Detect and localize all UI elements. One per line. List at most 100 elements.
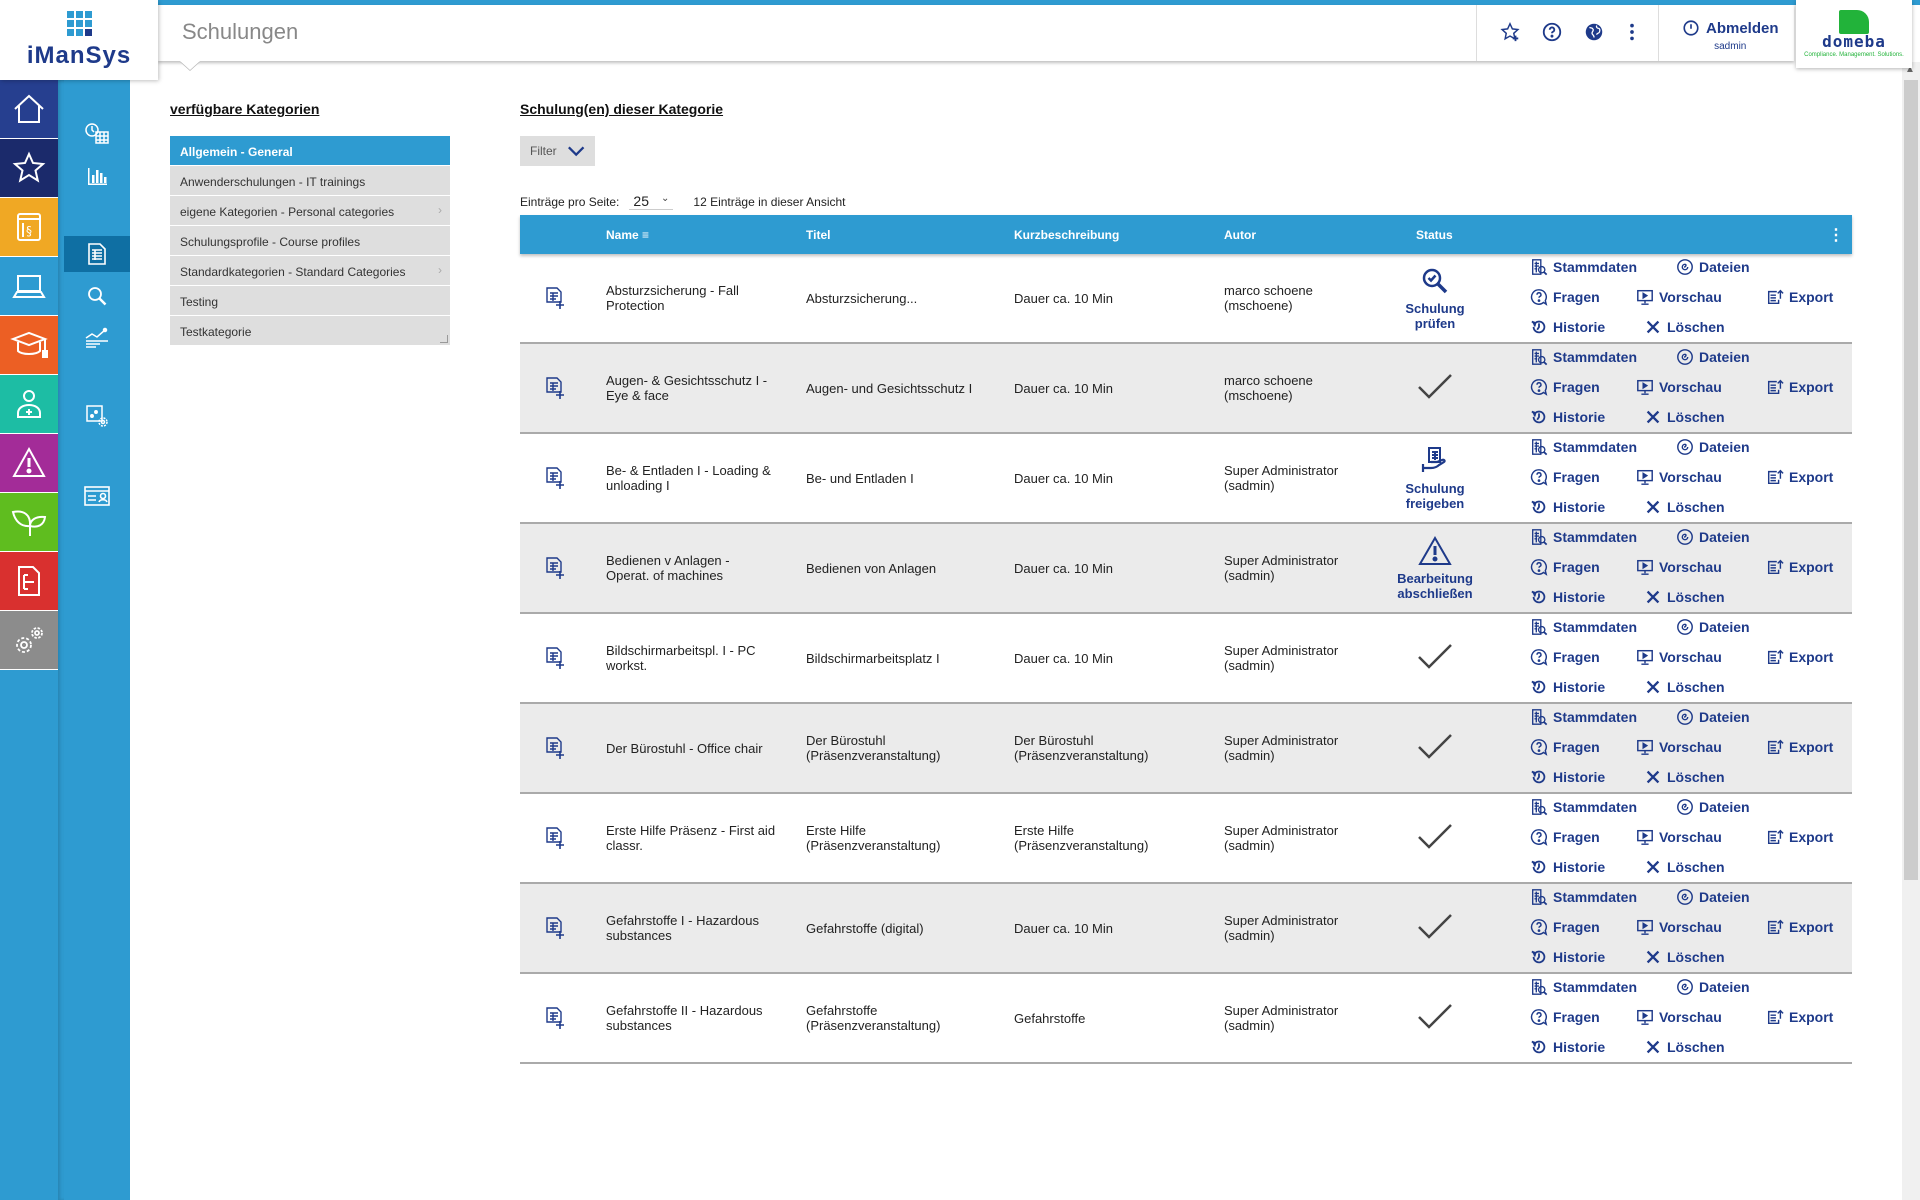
search-icon[interactable] [64, 278, 130, 314]
export-link[interactable]: Export [1766, 468, 1833, 486]
vorschau-link[interactable]: Vorschau [1636, 1008, 1722, 1026]
nav-environment[interactable] [0, 493, 58, 552]
category-item[interactable]: Testing [170, 286, 450, 316]
table-row[interactable]: Bildschirmarbeitspl. I - PC workst. Bilds… [520, 614, 1852, 704]
stammdaten-link[interactable]: Stammdaten [1530, 888, 1637, 906]
fragen-link[interactable]: Fragen [1530, 288, 1600, 306]
loeschen-link[interactable]: Löschen [1644, 1038, 1725, 1056]
status-warning[interactable]: Bearbeitung abschließen [1380, 524, 1490, 612]
dateien-link[interactable]: Dateien [1676, 348, 1750, 366]
nav-favorites[interactable] [0, 139, 58, 198]
stammdaten-link[interactable]: Stammdaten [1530, 618, 1637, 636]
vertical-scrollbar[interactable]: ▲ [1902, 62, 1920, 1200]
table-row[interactable]: Der Bürostuhl - Office chair Der Bürostuh… [520, 704, 1852, 794]
cell-name[interactable]: Der Bürostuhl - Office chair [606, 704, 776, 792]
export-link[interactable]: Export [1766, 828, 1833, 846]
dateien-link[interactable]: Dateien [1676, 888, 1750, 906]
more-vertical-icon[interactable] [1620, 21, 1644, 45]
vorschau-link[interactable]: Vorschau [1636, 918, 1722, 936]
status-done[interactable] [1380, 614, 1490, 702]
cell-name[interactable]: Gefahrstoffe I - Hazardous substances [606, 884, 776, 972]
table-row[interactable]: Gefahrstoffe I - Hazardous substances Gef… [520, 884, 1852, 974]
per-page-select[interactable]: 25 ⌄ [629, 193, 674, 210]
stammdaten-link[interactable]: Stammdaten [1530, 348, 1637, 366]
status-review[interactable]: Schulung prüfen [1380, 254, 1490, 342]
status-done[interactable] [1380, 974, 1490, 1062]
column-header-author[interactable]: Autor [1224, 228, 1256, 242]
table-row[interactable]: Absturzsicherung - Fall Protection Abstur… [520, 254, 1852, 344]
nav-training[interactable] [0, 316, 58, 375]
category-item[interactable]: Testkategorie [170, 316, 450, 346]
column-header-status[interactable]: Status [1416, 228, 1453, 242]
export-link[interactable]: Export [1766, 378, 1833, 396]
column-header-name[interactable]: Name ≡ [606, 228, 649, 242]
fragen-link[interactable]: Fragen [1530, 918, 1600, 936]
historie-link[interactable]: Historie [1530, 768, 1605, 786]
historie-link[interactable]: Historie [1530, 948, 1605, 966]
vorschau-link[interactable]: Vorschau [1636, 738, 1722, 756]
loeschen-link[interactable]: Löschen [1644, 948, 1725, 966]
dateien-link[interactable]: Dateien [1676, 798, 1750, 816]
historie-link[interactable]: Historie [1530, 678, 1605, 696]
nav-process[interactable] [0, 552, 58, 611]
column-header-title[interactable]: Titel [806, 228, 830, 242]
cell-name[interactable]: Be- & Entladen I - Loading & unloading I [606, 434, 776, 522]
document-move-icon[interactable] [540, 434, 570, 522]
fragen-link[interactable]: Fragen [1530, 738, 1600, 756]
nav-home[interactable] [0, 80, 58, 139]
status-done[interactable] [1380, 794, 1490, 882]
export-link[interactable]: Export [1766, 288, 1833, 306]
dateien-link[interactable]: Dateien [1676, 258, 1750, 276]
dateien-link[interactable]: Dateien [1676, 978, 1750, 996]
cell-name[interactable]: Augen- & Gesichtsschutz I - Eye & face [606, 344, 776, 432]
stammdaten-link[interactable]: Stammdaten [1530, 708, 1637, 726]
cell-name[interactable]: Erste Hilfe Präsenz - First aid classr. [606, 794, 776, 882]
category-item[interactable]: Allgemein - General [170, 136, 450, 166]
vorschau-link[interactable]: Vorschau [1636, 468, 1722, 486]
app-logo[interactable]: iManSys [0, 0, 158, 80]
category-item[interactable]: Standardkategorien - Standard Categories… [170, 256, 450, 286]
status-done[interactable] [1380, 884, 1490, 972]
nav-health[interactable] [0, 375, 58, 434]
export-link[interactable]: Export [1766, 648, 1833, 666]
fragen-link[interactable]: Fragen [1530, 558, 1600, 576]
vorschau-link[interactable]: Vorschau [1636, 378, 1722, 396]
fragen-link[interactable]: Fragen [1530, 648, 1600, 666]
cell-name[interactable]: Absturzsicherung - Fall Protection [606, 254, 776, 342]
dateien-link[interactable]: Dateien [1676, 438, 1750, 456]
time-table-icon[interactable] [64, 116, 130, 152]
export-link[interactable]: Export [1766, 738, 1833, 756]
stammdaten-link[interactable]: Stammdaten [1530, 258, 1637, 276]
column-menu-icon[interactable]: ⋮ [1828, 225, 1844, 245]
loeschen-link[interactable]: Löschen [1644, 498, 1725, 516]
cell-name[interactable]: Gefahrstoffe II - Hazardous substances [606, 974, 776, 1062]
bar-chart-icon[interactable] [64, 158, 130, 194]
help-icon[interactable] [1540, 21, 1564, 45]
historie-link[interactable]: Historie [1530, 408, 1605, 426]
document-move-icon[interactable] [540, 974, 570, 1062]
document-move-icon[interactable] [540, 884, 570, 972]
table-row[interactable]: Be- & Entladen I - Loading & unloading I… [520, 434, 1852, 524]
export-link[interactable]: Export [1766, 1008, 1833, 1026]
scrollbar-thumb[interactable] [1904, 80, 1918, 880]
table-row[interactable]: Bedienen v Anlagen - Operat. of machines… [520, 524, 1852, 614]
vorschau-link[interactable]: Vorschau [1636, 288, 1722, 306]
fragen-link[interactable]: Fragen [1530, 378, 1600, 396]
vorschau-link[interactable]: Vorschau [1636, 648, 1722, 666]
resize-handle-icon[interactable] [440, 335, 448, 343]
config-icon[interactable] [64, 398, 130, 434]
document-move-icon[interactable] [540, 794, 570, 882]
nav-settings[interactable] [0, 611, 58, 670]
vorschau-link[interactable]: Vorschau [1636, 828, 1722, 846]
stammdaten-link[interactable]: Stammdaten [1530, 438, 1637, 456]
dateien-link[interactable]: Dateien [1676, 618, 1750, 636]
export-link[interactable]: Export [1766, 918, 1833, 936]
document-list-icon[interactable] [64, 236, 130, 272]
dateien-link[interactable]: Dateien [1676, 708, 1750, 726]
table-row[interactable]: Erste Hilfe Präsenz - First aid classr. E… [520, 794, 1852, 884]
cell-name[interactable]: Bedienen v Anlagen - Operat. of machines [606, 524, 776, 612]
historie-link[interactable]: Historie [1530, 858, 1605, 876]
table-row[interactable]: Gefahrstoffe II - Hazardous substances Ge… [520, 974, 1852, 1064]
document-move-icon[interactable] [540, 524, 570, 612]
table-row[interactable]: Augen- & Gesichtsschutz I - Eye & face Au… [520, 344, 1852, 434]
